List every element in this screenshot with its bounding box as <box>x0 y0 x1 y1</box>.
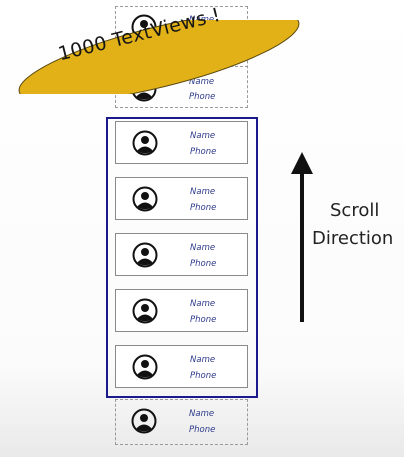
offscreen-row-bottom: Name Phone <box>115 400 248 443</box>
row-phone-label: Phone <box>190 203 217 213</box>
person-avatar-icon <box>132 130 158 156</box>
person-avatar-icon <box>132 298 158 324</box>
person-avatar-icon <box>131 408 157 434</box>
arrow-shaft <box>300 172 304 322</box>
row-phone-label: Phone <box>190 371 217 381</box>
row-phone-label: Phone <box>190 315 217 325</box>
row-name-label: Name <box>190 187 216 197</box>
person-avatar-icon <box>132 354 158 380</box>
list-item: Name Phone <box>115 345 248 388</box>
list-item: Name Phone <box>115 233 248 276</box>
scroll-label-line1: Scroll <box>330 200 380 221</box>
row-phone-label: Phone <box>190 259 217 269</box>
row-phone-label: Phone <box>189 425 216 435</box>
row-phone-label: Phone <box>190 147 217 157</box>
recycler-diagram: Name Name Phone 1000 TextViews ! Name Ph… <box>0 0 404 457</box>
row-name-label: Name <box>190 355 216 365</box>
up-arrow-icon <box>291 152 313 174</box>
scroll-direction-label: Scroll Direction <box>312 197 404 253</box>
person-avatar-icon <box>132 242 158 268</box>
list-item: Name Phone <box>115 177 248 220</box>
row-name-label: Name <box>190 131 216 141</box>
list-item: Name Phone <box>115 289 248 332</box>
row-name-label: Name <box>190 299 216 309</box>
row-name-label: Name <box>189 409 215 419</box>
row-name-label: Name <box>190 243 216 253</box>
person-avatar-icon <box>132 186 158 212</box>
list-item: Name Phone <box>115 121 248 164</box>
scroll-label-line2: Direction <box>312 228 394 249</box>
